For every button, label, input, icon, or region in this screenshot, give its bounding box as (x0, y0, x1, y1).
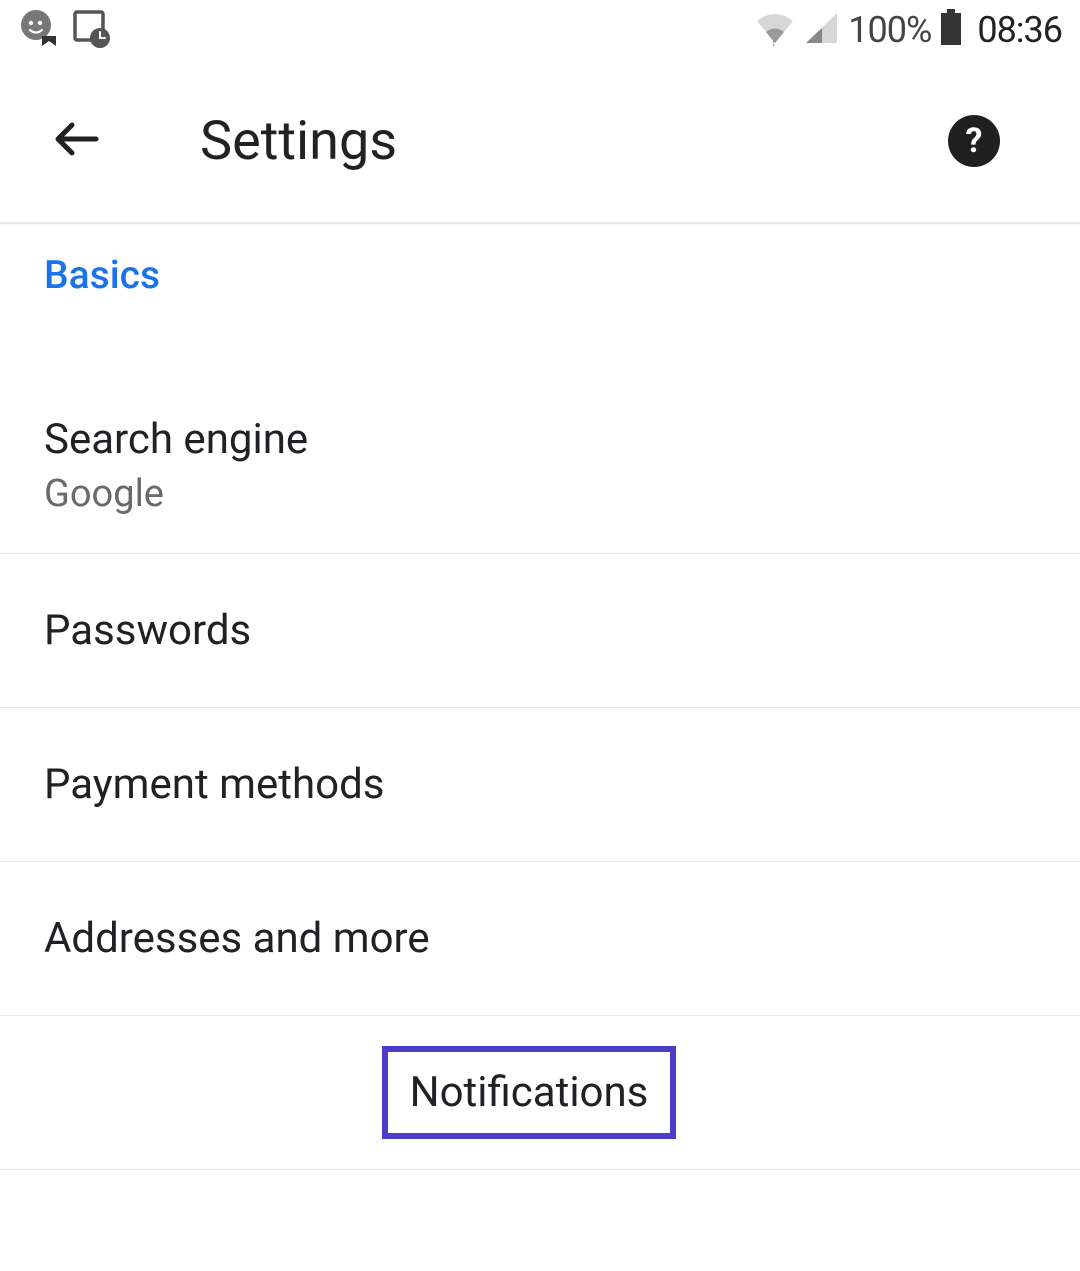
section-header-basics: Basics (0, 224, 1080, 308)
page-title: Settings (200, 110, 397, 173)
setting-passwords[interactable]: Passwords (0, 554, 1080, 708)
status-bar: ↕ 100% 08:36 (0, 0, 1080, 60)
setting-search-engine[interactable]: Search engine Google (0, 308, 1080, 554)
tablet-clock-icon (72, 8, 112, 52)
battery-percent: 100% (848, 9, 931, 51)
setting-addresses-and-more[interactable]: Addresses and more (0, 862, 1080, 1016)
status-left-icons (18, 8, 112, 52)
app-bar: Settings ? (0, 60, 1080, 224)
battery-icon (939, 9, 963, 51)
svg-text:↕: ↕ (771, 38, 776, 47)
setting-payment-methods[interactable]: Payment methods (0, 708, 1080, 862)
wifi-icon: ↕ (754, 9, 796, 51)
setting-title: Payment methods (44, 760, 1036, 809)
signal-icon (804, 10, 840, 50)
highlight-annotation: Notifications (382, 1046, 677, 1139)
setting-title: Passwords (44, 606, 1036, 655)
arrow-left-icon (50, 111, 106, 171)
status-right: ↕ 100% 08:36 (754, 9, 1062, 51)
setting-title: Search engine (44, 415, 1036, 464)
setting-title: Addresses and more (44, 914, 1036, 963)
help-icon: ? (966, 121, 983, 161)
back-button[interactable] (48, 111, 108, 171)
help-button[interactable]: ? (948, 115, 1000, 167)
setting-subtitle: Google (44, 472, 1036, 516)
setting-notifications[interactable]: Notifications (0, 1016, 1080, 1170)
messaging-icon (18, 8, 58, 52)
clock-time: 08:36 (977, 9, 1062, 51)
setting-title: Notifications (410, 1068, 649, 1117)
